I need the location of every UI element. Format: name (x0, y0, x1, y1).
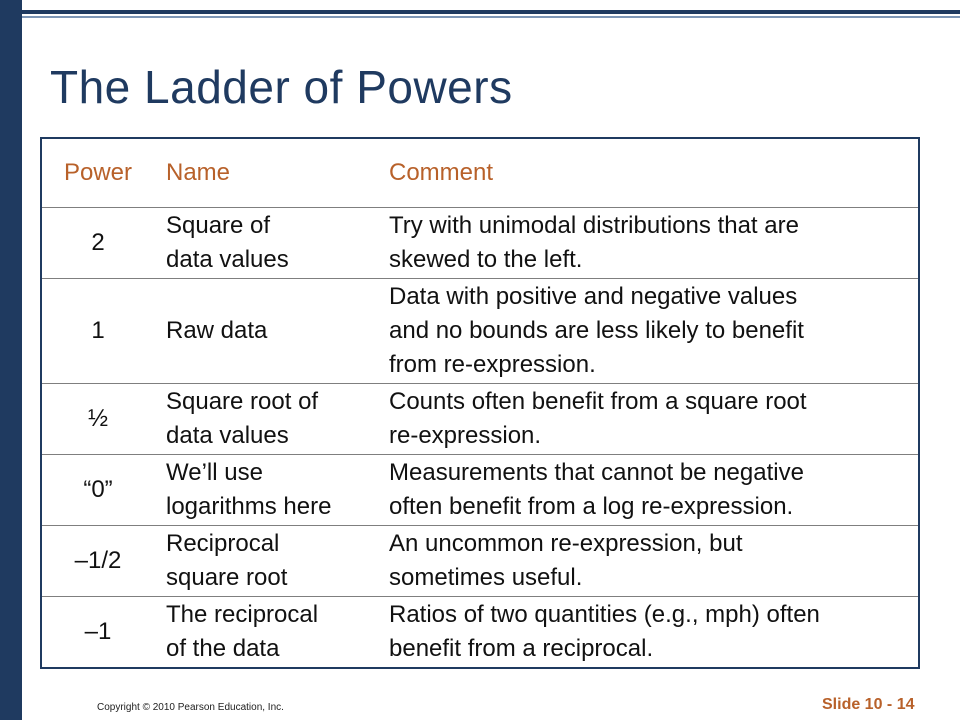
power-value: “0” (41, 454, 154, 526)
comment-line: Ratios of two quantities (e.g., mph) oft… (389, 601, 820, 628)
name-line: logarithms here (166, 493, 332, 520)
header-power: Power (63, 159, 133, 186)
slide-number: Slide 10 - 14 (822, 696, 915, 713)
comment-line: re-expression. (389, 422, 542, 449)
name-line: data values (166, 422, 289, 449)
slide-title: The Ladder of Powers (50, 61, 513, 113)
header-name: Name (166, 159, 231, 186)
name-line: of the data (166, 635, 280, 662)
comment-line: often benefit from a log re-expression. (389, 493, 794, 520)
name-line: We’ll use (166, 459, 263, 486)
power-value: –1 (41, 596, 154, 668)
comment-line: Counts often benefit from a square root (389, 388, 807, 415)
table-header-row: Power Name Comment (41, 138, 919, 208)
left-accent-bar (0, 0, 22, 720)
power-comment: Counts often benefit from a square root … (377, 383, 919, 455)
power-name: Square of data values (154, 207, 377, 279)
top-rule-dark (22, 10, 960, 14)
table-row: “0” We’ll use logarithms here Measuremen… (41, 454, 919, 526)
name-line: Square root of (166, 388, 319, 415)
comment-line: benefit from a reciprocal. (389, 635, 654, 662)
table-row: –1 The reciprocal of the data Ratios of … (41, 596, 919, 668)
name-line: Raw data (166, 317, 268, 344)
header-comment: Comment (389, 159, 494, 186)
comment-line: Data with positive and negative values (389, 283, 798, 310)
power-name: Square root of data values (154, 383, 377, 455)
name-line: Square of (166, 212, 271, 239)
ladder-of-powers-table: Power Name Comment 2 Square of data valu… (40, 137, 920, 669)
power-name: Reciprocal square root (154, 525, 377, 597)
name-line: The reciprocal (166, 601, 319, 628)
comment-line: skewed to the left. (389, 246, 583, 273)
top-rule-light (22, 16, 960, 18)
power-value: 2 (41, 207, 154, 279)
power-name: The reciprocal of the data (154, 596, 377, 668)
table-row: 2 Square of data values Try with unimoda… (41, 207, 919, 279)
power-value: ½ (41, 383, 154, 455)
power-comment: Measurements that cannot be negative oft… (377, 454, 919, 526)
table-row: 1 Raw data Data with positive and negati… (41, 278, 919, 384)
table-row: ½ Square root of data values Counts ofte… (41, 383, 919, 455)
comment-line: Try with unimodal distributions that are (389, 212, 799, 239)
power-name: We’ll use logarithms here (154, 454, 377, 526)
name-line: square root (166, 564, 288, 591)
name-line: data values (166, 246, 289, 273)
power-comment: Try with unimodal distributions that are… (377, 207, 919, 279)
power-comment: Ratios of two quantities (e.g., mph) oft… (377, 596, 919, 668)
comment-line: and no bounds are less likely to benefit (389, 317, 804, 344)
comment-line: An uncommon re-expression, but (389, 530, 743, 557)
table-row: –1/2 Reciprocal square root An uncommon … (41, 525, 919, 597)
comment-line: sometimes useful. (389, 564, 583, 591)
power-comment: Data with positive and negative values a… (377, 278, 919, 384)
power-value: 1 (41, 278, 154, 384)
name-line: Reciprocal (166, 530, 280, 557)
copyright-notice: Copyright © 2010 Pearson Education, Inc. (97, 702, 284, 713)
comment-line: from re-expression. (389, 351, 596, 378)
comment-line: Measurements that cannot be negative (389, 459, 804, 486)
power-name: Raw data (154, 278, 377, 384)
power-value: –1/2 (41, 525, 154, 597)
power-comment: An uncommon re-expression, but sometimes… (377, 525, 919, 597)
